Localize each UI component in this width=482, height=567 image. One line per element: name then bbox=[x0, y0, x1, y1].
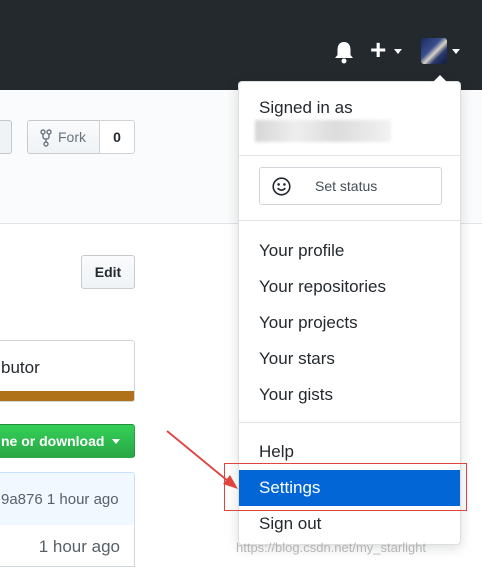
fork-icon bbox=[40, 129, 52, 147]
language-bar bbox=[0, 391, 134, 401]
file-row[interactable]: 1 hour ago bbox=[0, 525, 135, 567]
new-item-button[interactable]: + bbox=[370, 36, 386, 64]
bell-icon[interactable] bbox=[333, 40, 355, 64]
clone-label: ne or download bbox=[1, 433, 105, 449]
fork-count[interactable]: 0 bbox=[99, 120, 135, 154]
top-nav-bar: + bbox=[0, 0, 482, 90]
menu-item-your-repositories[interactable]: Your repositories bbox=[239, 269, 460, 305]
latest-commit-row[interactable]: 9a876 1 hour ago bbox=[0, 472, 135, 526]
file-age: 1 hour ago bbox=[38, 537, 120, 556]
star-button[interactable] bbox=[0, 120, 12, 154]
signed-in-label: Signed in as bbox=[259, 98, 353, 117]
divider bbox=[239, 155, 460, 156]
menu-item-your-gists[interactable]: Your gists bbox=[239, 377, 460, 413]
smiley-icon bbox=[272, 177, 291, 196]
avatar-caret-icon[interactable] bbox=[452, 49, 460, 54]
menu-item-your-projects[interactable]: Your projects bbox=[239, 305, 460, 341]
menu-item-your-profile[interactable]: Your profile bbox=[239, 233, 460, 269]
contributors-box[interactable]: butor bbox=[0, 340, 135, 402]
menu-item-sign-out[interactable]: Sign out bbox=[239, 506, 460, 542]
chevron-down-icon bbox=[112, 439, 120, 444]
avatar[interactable] bbox=[421, 38, 447, 64]
commit-info: 9a876 1 hour ago bbox=[1, 491, 119, 508]
menu-item-your-stars[interactable]: Your stars bbox=[239, 341, 460, 377]
set-status-label: Set status bbox=[315, 178, 378, 194]
watermark-text: https://blog.csdn.net/my_starlight bbox=[236, 540, 427, 555]
fork-button[interactable]: Fork bbox=[27, 120, 100, 154]
annotation-highlight-box bbox=[224, 463, 467, 511]
new-item-caret-icon[interactable] bbox=[394, 49, 402, 54]
divider bbox=[239, 422, 460, 423]
edit-button[interactable]: Edit bbox=[81, 255, 135, 289]
divider bbox=[239, 220, 460, 221]
set-status-button[interactable]: Set status bbox=[259, 167, 442, 205]
contributors-label: butor bbox=[1, 358, 40, 377]
clone-or-download-button[interactable]: ne or download bbox=[0, 424, 135, 458]
fork-label: Fork bbox=[58, 129, 86, 145]
username-redacted bbox=[255, 120, 391, 142]
